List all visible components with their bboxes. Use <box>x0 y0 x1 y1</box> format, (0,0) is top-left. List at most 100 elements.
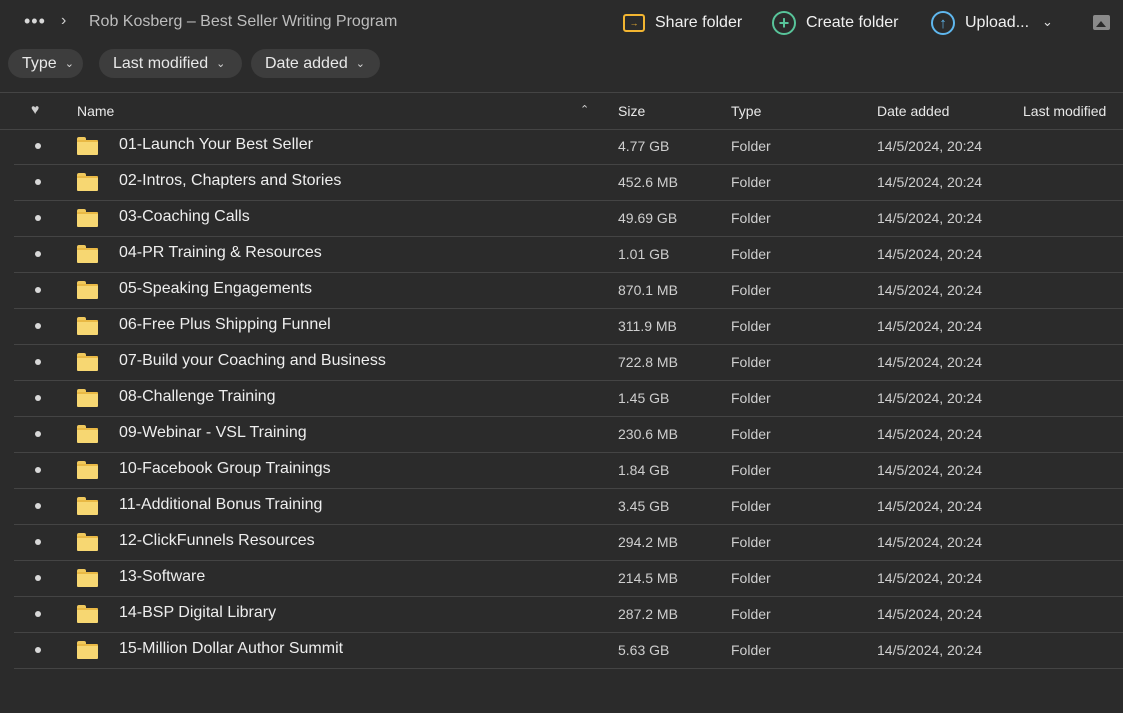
folder-icon <box>77 605 98 623</box>
bullet-icon <box>35 287 41 293</box>
table-header: ♥ Name ⌃ Size Type Date added Last modif… <box>0 93 1123 129</box>
filter-type-button[interactable]: Type ⌄ <box>8 49 83 78</box>
folder-icon <box>77 641 98 659</box>
table-row[interactable]: 15-Million Dollar Author Summit 5.63 GB Fo… <box>14 633 1123 669</box>
row-type: Folder <box>731 570 771 586</box>
upload-button[interactable]: ↑ Upload... <box>931 10 1029 36</box>
column-last-modified[interactable]: Last modified <box>1023 103 1106 119</box>
table-row[interactable]: 07-Build your Coaching and Business 722.8… <box>14 345 1123 381</box>
folder-icon <box>77 245 98 263</box>
folder-icon <box>77 569 98 587</box>
row-name[interactable]: 03-Coaching Calls <box>119 208 250 226</box>
row-name[interactable]: 04-PR Training & Resources <box>119 244 322 262</box>
folder-icon <box>77 533 98 551</box>
row-name[interactable]: 05-Speaking Engagements <box>119 280 312 298</box>
share-folder-icon: → <box>623 14 645 32</box>
table-row[interactable]: 01-Launch Your Best Seller 4.77 GB Folder 1… <box>14 129 1123 165</box>
row-name[interactable]: 02-Intros, Chapters and Stories <box>119 172 341 190</box>
row-name[interactable]: 01-Launch Your Best Seller <box>119 136 313 154</box>
row-type: Folder <box>731 390 771 406</box>
more-icon[interactable]: ••• <box>24 12 46 30</box>
row-name[interactable]: 12-ClickFunnels Resources <box>119 532 315 550</box>
row-size: 1.01 GB <box>618 246 670 262</box>
row-type: Folder <box>731 426 771 442</box>
table-row[interactable]: 11-Additional Bonus Training 3.45 GB Folde… <box>14 489 1123 525</box>
table-row[interactable]: 12-ClickFunnels Resources 294.2 MB Folder 1… <box>14 525 1123 561</box>
bullet-icon <box>35 359 41 365</box>
bullet-icon <box>35 215 41 221</box>
row-name[interactable]: 09-Webinar - VSL Training <box>119 424 307 442</box>
table-row[interactable]: 06-Free Plus Shipping Funnel 311.9 MB Fold… <box>14 309 1123 345</box>
row-name[interactable]: 13-Software <box>119 568 205 586</box>
bullet-icon <box>35 467 41 473</box>
plus-circle-icon: + <box>772 11 796 35</box>
filter-last-modified-button[interactable]: Last modified ⌄ <box>99 49 242 78</box>
row-size: 870.1 MB <box>618 282 678 298</box>
share-folder-label: Share folder <box>655 14 743 31</box>
heart-icon[interactable]: ♥ <box>31 101 39 117</box>
row-size: 214.5 MB <box>618 570 678 586</box>
row-name[interactable]: 11-Additional Bonus Training <box>119 496 322 514</box>
row-date-added: 14/5/2024, 20:24 <box>877 642 983 658</box>
bullet-icon <box>35 647 41 653</box>
row-size: 3.45 GB <box>618 498 670 514</box>
bullet-icon <box>35 395 41 401</box>
row-name[interactable]: 08-Challenge Training <box>119 388 276 406</box>
table-row[interactable]: 03-Coaching Calls 49.69 GB Folder 14/5/2024… <box>14 201 1123 237</box>
bullet-icon <box>35 431 41 437</box>
column-date-added[interactable]: Date added <box>877 103 949 119</box>
filter-date-added-button[interactable]: Date added ⌄ <box>251 49 380 78</box>
row-type: Folder <box>731 210 771 226</box>
row-type: Folder <box>731 606 771 622</box>
table-row[interactable]: 13-Software 214.5 MB Folder 14/5/2024, 20:2… <box>14 561 1123 597</box>
row-date-added: 14/5/2024, 20:24 <box>877 534 983 550</box>
row-name[interactable]: 10-Facebook Group Trainings <box>119 460 331 478</box>
row-date-added: 14/5/2024, 20:24 <box>877 246 983 262</box>
row-size: 287.2 MB <box>618 606 678 622</box>
folder-icon <box>77 353 98 371</box>
chevron-right-icon: › <box>61 12 67 29</box>
column-type[interactable]: Type <box>731 103 761 119</box>
table-row[interactable]: 04-PR Training & Resources 1.01 GB Folder 1… <box>14 237 1123 273</box>
column-size[interactable]: Size <box>618 103 645 119</box>
share-folder-button[interactable]: → Share folder <box>623 10 742 36</box>
row-name[interactable]: 14-BSP Digital Library <box>119 604 276 622</box>
sort-ascending-icon[interactable]: ⌃ <box>580 103 589 116</box>
create-folder-button[interactable]: + Create folder <box>772 10 899 36</box>
row-name[interactable]: 07-Build your Coaching and Business <box>119 352 386 370</box>
row-date-added: 14/5/2024, 20:24 <box>877 390 983 406</box>
table-row[interactable]: 09-Webinar - VSL Training 230.6 MB Folder 1… <box>14 417 1123 453</box>
table-row[interactable]: 08-Challenge Training 1.45 GB Folder 14/5/2… <box>14 381 1123 417</box>
row-size: 5.63 GB <box>618 642 670 658</box>
folder-icon <box>77 497 98 515</box>
row-date-added: 14/5/2024, 20:24 <box>877 174 983 190</box>
row-date-added: 14/5/2024, 20:24 <box>877 498 983 514</box>
row-type: Folder <box>731 354 771 370</box>
row-date-added: 14/5/2024, 20:24 <box>877 606 983 622</box>
row-size: 1.45 GB <box>618 390 670 406</box>
row-type: Folder <box>731 318 771 334</box>
table-row[interactable]: 10-Facebook Group Trainings 1.84 GB Folder… <box>14 453 1123 489</box>
row-date-added: 14/5/2024, 20:24 <box>877 426 983 442</box>
folder-icon <box>77 209 98 227</box>
row-date-added: 14/5/2024, 20:24 <box>877 462 983 478</box>
row-date-added: 14/5/2024, 20:24 <box>877 282 983 298</box>
thumbnail-view-icon[interactable] <box>1093 15 1110 30</box>
row-type: Folder <box>731 138 771 154</box>
table-row[interactable]: 05-Speaking Engagements 870.1 MB Folder 14/… <box>14 273 1123 309</box>
row-size: 452.6 MB <box>618 174 678 190</box>
folder-icon <box>77 317 98 335</box>
row-name[interactable]: 06-Free Plus Shipping Funnel <box>119 316 331 334</box>
row-type: Folder <box>731 174 771 190</box>
column-name[interactable]: Name <box>77 103 114 119</box>
row-name[interactable]: 15-Million Dollar Author Summit <box>119 640 343 658</box>
folder-icon <box>77 461 98 479</box>
filter-last-modified-label: Last modified <box>113 54 209 72</box>
folder-icon <box>77 389 98 407</box>
table-row[interactable]: 02-Intros, Chapters and Stories 452.6 MB F… <box>14 165 1123 201</box>
row-type: Folder <box>731 534 771 550</box>
table-row[interactable]: 14-BSP Digital Library 287.2 MB Folder 14/5… <box>14 597 1123 633</box>
chevron-down-icon[interactable]: ⌄ <box>1042 14 1053 30</box>
row-type: Folder <box>731 642 771 658</box>
top-bar: ••• › Rob Kosberg – Best Seller Writing … <box>0 0 1123 46</box>
